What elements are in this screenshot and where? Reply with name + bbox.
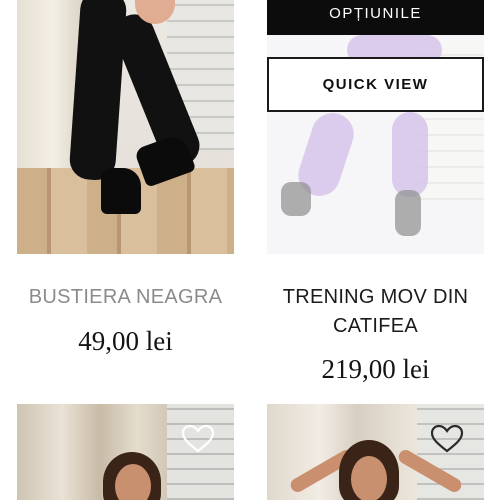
- model-shoe-right: [395, 190, 421, 236]
- product-title-line: TRENING MOV DIN: [282, 286, 469, 308]
- product-image-trening[interactable]: [267, 0, 484, 254]
- product-title[interactable]: TRENING MOV DIN CATIFEA: [262, 283, 489, 341]
- product-price: 49,00 lei: [78, 326, 173, 356]
- product-price: 219,00 lei: [321, 354, 430, 384]
- heart-icon[interactable]: [430, 424, 464, 454]
- model-tracksuit-leg-right: [392, 112, 428, 197]
- product-title[interactable]: BUSTIERA NEAGRA: [17, 283, 234, 312]
- quick-view-button[interactable]: QUICK VIEW: [267, 57, 484, 112]
- product-image-bustiera[interactable]: [17, 0, 234, 254]
- heart-icon[interactable]: [181, 424, 215, 454]
- product-title-line: CATIFEA: [332, 315, 419, 337]
- options-button[interactable]: OPȚIUNILE: [267, 0, 484, 35]
- model-face: [115, 464, 151, 500]
- model-shoe-left: [281, 182, 311, 216]
- model-face: [351, 456, 387, 500]
- model-shoe-left: [101, 168, 141, 214]
